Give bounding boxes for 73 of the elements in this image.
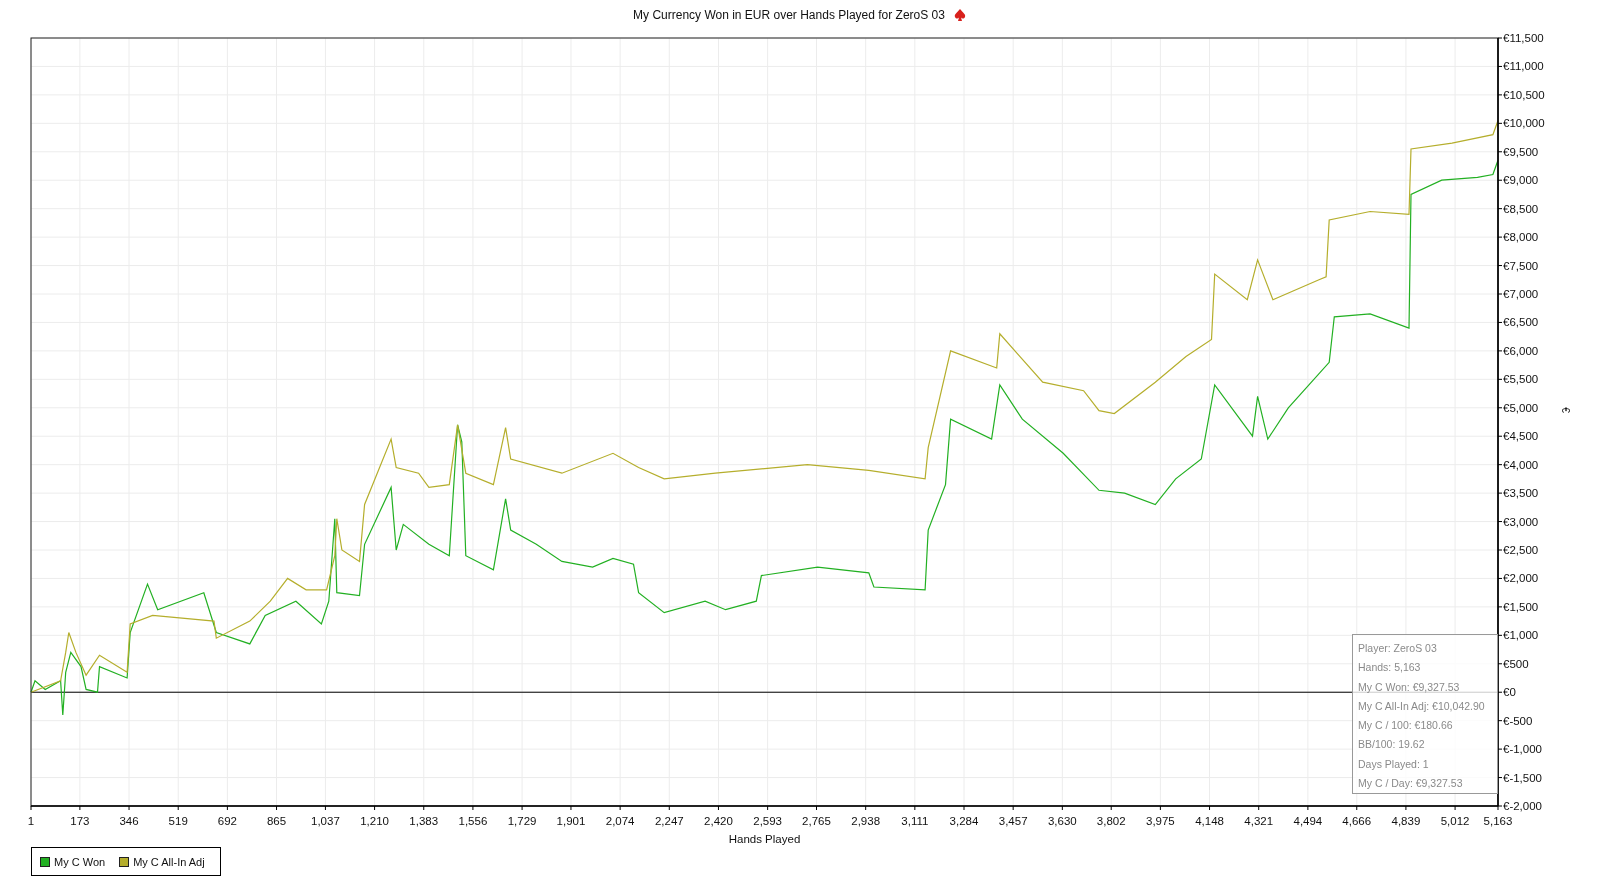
tooltip-line: My C / Day: €9,327.53 [1358,775,1463,791]
y-axis-label: €8,000 [1503,231,1539,244]
x-axis-title: Hands Played [728,833,801,845]
x-axis-label: 4,666 [1342,815,1372,827]
x-axis-label: 692 [217,815,237,827]
x-axis-label: 1,901 [556,815,586,827]
y-axis-label: €-1,000 [1503,743,1542,756]
y-axis-label: €11,500 [1503,32,1544,44]
x-axis-label: 4,839 [1391,815,1421,827]
x-axis-label: 4,148 [1195,815,1224,827]
y-axis-label: €10,000 [1503,117,1545,130]
x-axis-label: 2,765 [802,815,831,827]
x-axis-label: 3,630 [1047,815,1077,827]
tooltip-line: Days Played: 1 [1358,756,1429,772]
x-axis-label: 3,284 [949,815,979,827]
y-axis-label: €6,500 [1503,316,1539,329]
tooltip-line: Hands: 5,163 [1358,660,1421,676]
tooltip-line: My C All-In Adj: €10,042.90 [1358,698,1485,714]
y-axis-label: €5,500 [1503,373,1539,386]
y-axis-label: €2,000 [1503,572,1539,585]
x-axis-label: 3,111 [901,815,929,827]
x-axis-label: 3,457 [998,815,1028,827]
x-axis-label: 5,012 [1440,815,1470,827]
y-axis-label: €-1,500 [1503,771,1542,784]
x-axis-label: 173 [70,815,90,827]
y-axis-label: €6,000 [1503,344,1539,357]
x-axis-label: 5,163 [1483,815,1513,827]
tooltip-line: My C / 100: €180.66 [1358,718,1453,733]
x-axis-label: 1 [27,815,35,827]
x-axis-label: 2,938 [851,815,881,827]
y-axis-label: €3,500 [1503,487,1539,500]
x-axis-label: 1,556 [458,815,488,827]
tooltip-line: Player: ZeroS 03 [1358,641,1437,656]
y-axis-label: €0 [1503,686,1516,699]
x-axis-label: 346 [119,815,139,827]
y-axis-label: €8,500 [1503,202,1539,215]
y-axis-label: €7,000 [1503,288,1539,300]
y-axis-label: €500 [1503,657,1529,670]
y-axis-label: €11,000 [1503,60,1544,73]
x-axis-label: 4,321 [1244,815,1274,827]
y-axis-title: € [1560,407,1571,413]
y-axis-label: €-2,000 [1503,800,1542,812]
x-axis-label: 2,074 [605,815,635,827]
x-axis-label: 2,420 [704,815,733,827]
y-axis-label: €1,500 [1503,600,1539,613]
x-axis-label: 4,494 [1293,815,1323,827]
y-axis-label: €4,000 [1503,458,1539,471]
legend-label: My C Won [54,855,106,868]
y-axis-label: €4,500 [1503,430,1539,443]
y-axis-label: €10,500 [1503,88,1545,101]
y-axis-label: €9,500 [1503,145,1539,158]
x-axis-label: 3,975 [1146,815,1175,827]
legend-label: My C All-In Adj [133,855,205,868]
tooltip-line: My C Won: €9,327.53 [1358,679,1460,695]
x-axis-label: 3,802 [1096,815,1126,827]
x-axis-label: 2,593 [753,815,782,827]
y-axis-label: €1,000 [1503,629,1539,642]
x-axis-label: 1,729 [507,815,537,827]
x-axis-label: 1,210 [360,815,389,827]
x-axis-label: 1,383 [409,815,439,827]
y-axis-label: €2,500 [1503,544,1539,556]
tooltip-line: BB/100: 19.62 [1358,737,1425,753]
x-axis-label: 519 [168,815,188,827]
y-axis-label: €7,500 [1503,259,1539,272]
y-axis-label: €9,000 [1503,174,1539,187]
y-axis-label: €3,000 [1503,515,1539,528]
x-axis-label: 1,037 [311,815,340,827]
x-axis-label: 2,247 [654,815,684,827]
y-axis-label: €5,000 [1503,401,1539,414]
spade-icon [952,8,967,22]
x-axis-label: 865 [266,815,287,827]
chart-title: My Currency Won in EUR over Hands Played for ZeroS 03 [633,8,945,22]
y-axis-label: €-500 [1503,714,1533,727]
